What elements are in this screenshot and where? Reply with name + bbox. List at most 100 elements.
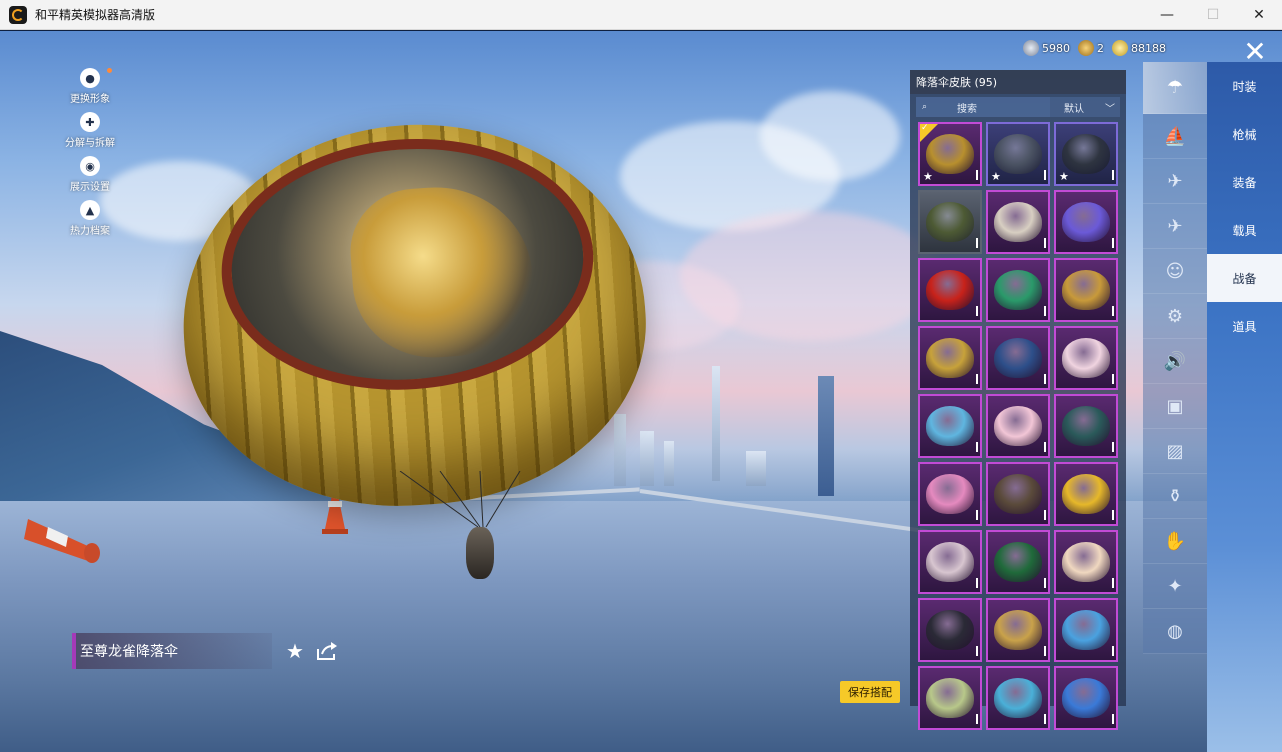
photo-icon[interactable]: ▨	[1143, 429, 1207, 474]
skin-item[interactable]	[986, 258, 1050, 322]
quantity-marker	[1112, 374, 1114, 384]
parachute-icon[interactable]: ☂	[1143, 62, 1207, 114]
gold-badge-icon	[1078, 40, 1094, 56]
window-controls: — ☐ ✕	[1144, 0, 1282, 30]
window-close-button[interactable]: ✕	[1236, 0, 1282, 30]
currency-badge[interactable]: 2	[1078, 40, 1104, 56]
parachute-thumbnail	[926, 338, 974, 378]
tab-weapons[interactable]: 枪械	[1207, 110, 1282, 158]
skin-item[interactable]: ★	[986, 122, 1050, 186]
tab-equipment[interactable]: 装备	[1207, 158, 1282, 206]
favorite-star-icon[interactable]: ★	[286, 640, 308, 662]
emote-icon[interactable]: ☺	[1143, 249, 1207, 294]
skin-item[interactable]	[986, 530, 1050, 594]
skin-item[interactable]: ★	[1054, 122, 1118, 186]
skin-item[interactable]	[1054, 394, 1118, 458]
puzzle-icon: ✚	[80, 112, 100, 132]
heat-archive-button[interactable]: ▲ 热力档案	[60, 200, 120, 237]
quantity-marker	[976, 442, 978, 452]
skin-item[interactable]	[1054, 666, 1118, 730]
minimize-button[interactable]: —	[1144, 0, 1190, 30]
star-icon: ★	[1059, 170, 1069, 183]
parachute-thumbnail	[1062, 610, 1110, 650]
skin-item[interactable]	[918, 190, 982, 254]
quantity-marker	[1044, 374, 1046, 384]
skin-item[interactable]	[1054, 598, 1118, 662]
save-outfit-button[interactable]: 保存搭配	[840, 681, 900, 703]
boat-icon[interactable]: ⛵	[1143, 114, 1207, 159]
skin-item[interactable]	[986, 462, 1050, 526]
quantity-marker	[1112, 170, 1114, 180]
skin-item[interactable]	[918, 598, 982, 662]
filter-row: ⌕ 搜索 默认 ﹀	[916, 97, 1120, 117]
quantity-marker	[1044, 646, 1046, 656]
parachute-lines	[399, 471, 521, 528]
tab-props[interactable]: 道具	[1207, 302, 1282, 350]
skin-item[interactable]	[918, 394, 982, 458]
pet-icon[interactable]: ▣	[1143, 384, 1207, 429]
skin-item[interactable]	[986, 666, 1050, 730]
parachute-thumbnail	[926, 542, 974, 582]
sparkle-icon[interactable]: ✦	[1143, 564, 1207, 609]
parachute-emblem	[213, 126, 602, 403]
quantity-marker	[1112, 306, 1114, 316]
robot-icon[interactable]: ⚙	[1143, 294, 1207, 339]
skin-item[interactable]	[986, 394, 1050, 458]
skin-item[interactable]: ★	[918, 122, 982, 186]
payload-character	[466, 527, 494, 579]
parachute-thumbnail	[994, 678, 1042, 718]
skin-item[interactable]	[986, 326, 1050, 390]
drone-icon[interactable]: ✈	[1143, 159, 1207, 204]
skyscraper	[614, 414, 626, 486]
parachute-thumbnail	[926, 610, 974, 650]
skin-item[interactable]	[1054, 326, 1118, 390]
traffic-cone	[24, 519, 100, 563]
tab-vehicles[interactable]: 载具	[1207, 206, 1282, 254]
hand-icon[interactable]: ✋	[1143, 519, 1207, 564]
skin-item[interactable]	[918, 462, 982, 526]
skin-item[interactable]	[986, 598, 1050, 662]
skin-item[interactable]	[1054, 530, 1118, 594]
skin-item[interactable]	[918, 666, 982, 730]
quantity-marker	[976, 578, 978, 588]
item-name: 至尊龙雀降落伞	[80, 644, 178, 660]
menu-label: 展示设置	[70, 182, 110, 193]
skin-item[interactable]	[918, 530, 982, 594]
skin-item[interactable]	[1054, 190, 1118, 254]
sort-dropdown[interactable]: 默认 ﹀	[1050, 97, 1120, 117]
tab-fashion[interactable]: 时装	[1207, 62, 1282, 110]
quantity-marker	[1112, 442, 1114, 452]
quantity-marker	[976, 374, 978, 384]
skin-item[interactable]	[1054, 462, 1118, 526]
parachute-thumbnail	[1062, 270, 1110, 310]
parachute-thumbnail	[926, 406, 974, 446]
share-icon[interactable]	[316, 641, 338, 661]
ufo-icon[interactable]: ◍	[1143, 609, 1207, 654]
decompose-button[interactable]: ✚ 分解与拆解	[60, 112, 120, 149]
speaker-icon[interactable]: 🔊	[1143, 339, 1207, 384]
parachute-thumbnail	[994, 270, 1042, 310]
display-settings-button[interactable]: ◉ 展示设置	[60, 156, 120, 193]
quantity-marker	[1044, 238, 1046, 248]
currency-silver[interactable]: 5980	[1023, 40, 1070, 56]
skin-item[interactable]	[918, 258, 982, 322]
skin-grid: ★ ★ ★	[918, 122, 1120, 730]
tab-battle-gear[interactable]: 战备	[1207, 254, 1282, 302]
search-input[interactable]: ⌕ 搜索	[916, 97, 1050, 117]
skin-item[interactable]	[1054, 258, 1118, 322]
skin-item[interactable]	[918, 326, 982, 390]
skin-item[interactable]	[986, 190, 1050, 254]
parachute-thumbnail	[926, 270, 974, 310]
maximize-button[interactable]: ☐	[1190, 0, 1236, 30]
currency-gold[interactable]: 88188	[1112, 40, 1166, 56]
eye-icon: ◉	[80, 156, 100, 176]
skyscraper	[712, 366, 720, 481]
change-avatar-button[interactable]: ● 更换形象	[60, 68, 120, 105]
quantity-marker	[976, 714, 978, 724]
extinguisher-icon[interactable]: ⚱	[1143, 474, 1207, 519]
parachute-thumbnail	[1062, 338, 1110, 378]
quantity-marker	[1044, 578, 1046, 588]
skyscraper	[664, 441, 674, 486]
category-icon-column: ☂ ⛵ ✈ ✈ ☺ ⚙ 🔊 ▣ ▨ ⚱ ✋ ✦ ◍	[1143, 62, 1207, 654]
plane-icon[interactable]: ✈	[1143, 204, 1207, 249]
